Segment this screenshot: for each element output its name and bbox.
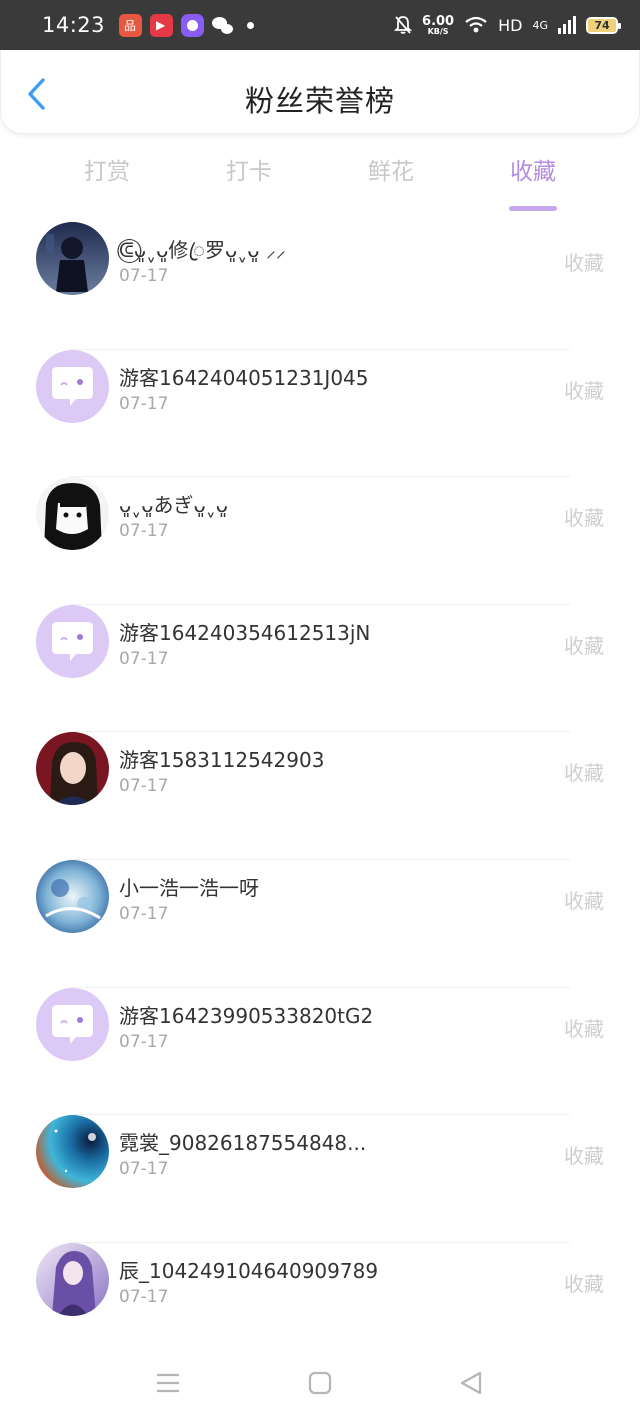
network-type: 4G (532, 18, 548, 32)
favorite-label: 收藏 (564, 633, 604, 658)
hd-label: HD (498, 15, 523, 35)
list-item[interactable]: 游客16423990533820tG2 07-17 收藏 (0, 987, 640, 1116)
fan-date: 07-17 (119, 1031, 169, 1052)
fan-name: 游客16423990533820tG2 (119, 1003, 374, 1028)
list-item[interactable]: ᕳ⃝ᴗ͈ˬᴗ͈修ꦿ罗ᴗ͈ˬᴗ͈ ⸝⸝ 07-17 收藏 (0, 222, 640, 350)
music-app-icon (181, 13, 205, 37)
battery-icon: 74 (586, 16, 621, 34)
bell-muted-icon (394, 16, 413, 34)
avatar[interactable] (36, 604, 109, 678)
shopping-app-icon (119, 13, 143, 37)
favorite-label: 收藏 (564, 888, 604, 913)
tab-checkin[interactable]: 打卡 (199, 152, 299, 186)
fan-name: 游客164240354612513jN (119, 620, 371, 645)
fan-date: 07-17 (119, 1159, 169, 1180)
fan-name: 游客1642404051231J045 (119, 365, 369, 390)
favorite-label: 收藏 (564, 251, 604, 275)
favorite-label: 收藏 (564, 506, 604, 531)
wechat-icon (212, 14, 235, 37)
avatar[interactable] (36, 987, 109, 1061)
page-title: 粉丝荣誉榜 (244, 84, 395, 118)
system-nav-bar (0, 1344, 640, 1422)
menu-icon[interactable] (155, 1370, 181, 1396)
avatar[interactable] (36, 477, 109, 551)
favorite-label: 收藏 (564, 378, 604, 403)
list-item[interactable]: 游客164240354612513jN 07-17 收藏 (0, 604, 640, 733)
avatar[interactable] (36, 732, 109, 806)
favorite-label: 收藏 (564, 1144, 604, 1169)
list-item[interactable]: 霓裳_90826187554848... 07-17 收藏 (0, 1115, 640, 1243)
fan-date: 07-17 (119, 393, 169, 414)
avatar[interactable] (36, 222, 109, 295)
list-item[interactable]: 游客1583112542903 07-17 收藏 (0, 732, 640, 860)
list-item[interactable]: 小一浩一浩一呀 07-17 收藏 (0, 859, 640, 988)
tab-favorites-label: 收藏 (510, 159, 556, 185)
battery-level: 74 (588, 18, 616, 32)
fan-name: ᴗ͈ˬᴗ͈あぎᴗ͈ˬᴗ͈ (119, 493, 228, 518)
fan-name: 辰_104249104640909789 (119, 1258, 379, 1283)
fan-list: ᕳ⃝ᴗ͈ˬᴗ͈修ꦿ罗ᴗ͈ˬᴗ͈ ⸝⸝ 07-17 收藏 游客1642404051… (0, 222, 640, 1370)
tab-reward[interactable]: 打赏 (57, 152, 157, 186)
home-square-icon[interactable] (307, 1370, 333, 1396)
favorite-label: 收藏 (564, 761, 604, 786)
fan-name: 游客1583112542903 (119, 748, 325, 773)
avatar[interactable] (36, 1242, 109, 1316)
avatar[interactable] (36, 859, 109, 933)
more-notifications-dot-icon (247, 21, 255, 29)
status-time: 14:23 (42, 13, 106, 37)
fan-date: 07-17 (119, 521, 169, 542)
fan-name: 小一浩一浩一呀 (119, 875, 259, 900)
fan-date: 07-17 (119, 776, 169, 797)
avatar[interactable] (36, 1115, 109, 1189)
back-triangle-icon[interactable] (458, 1370, 484, 1396)
tab-favorites[interactable]: 收藏 (483, 152, 583, 211)
tab-bar: 打赏 打卡 鲜花 收藏 (0, 140, 640, 211)
favorite-label: 收藏 (564, 1271, 604, 1296)
fan-date: 07-17 (119, 266, 169, 286)
tab-flowers[interactable]: 鲜花 (341, 152, 441, 186)
list-item[interactable]: ᴗ͈ˬᴗ͈あぎᴗ͈ˬᴗ͈ 07-17 收藏 (0, 477, 640, 605)
video-app-icon (150, 13, 174, 37)
wifi-icon (465, 16, 487, 33)
avatar[interactable] (36, 349, 109, 423)
fan-date: 07-17 (119, 648, 169, 669)
fan-name: 霓裳_90826187554848... (119, 1131, 367, 1156)
network-speed: 6.00 KB/S (422, 13, 455, 36)
list-item[interactable]: 游客1642404051231J045 07-17 收藏 (0, 349, 640, 478)
page-header: 粉丝荣誉榜 (0, 50, 640, 134)
notification-icons (119, 13, 255, 37)
fan-date: 07-17 (119, 1286, 169, 1307)
favorite-label: 收藏 (564, 1016, 604, 1041)
signal-icon (558, 16, 576, 34)
status-bar: 14:23 6.00 KB/S HD 4G 74 (0, 0, 640, 50)
tab-active-indicator (509, 206, 557, 211)
fan-date: 07-17 (119, 903, 169, 924)
